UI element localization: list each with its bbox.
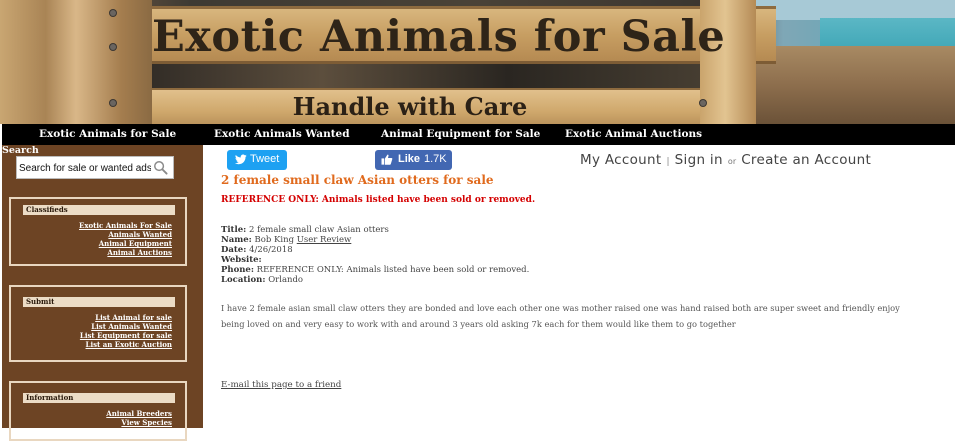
nail-icon [110, 44, 116, 50]
banner-animal-eye [136, 64, 756, 90]
information-heading: Information [23, 393, 175, 403]
site-title: Exotic Animals for Sale [152, 12, 726, 62]
tweet-button[interactable]: Tweet [227, 150, 287, 170]
create-account-link[interactable]: Create an Account [741, 152, 871, 168]
sidebar-link-list-auction[interactable]: List an Exotic Auction [80, 340, 172, 349]
sidebar-link-animal-breeders[interactable]: Animal Breeders [106, 409, 172, 418]
nav-animals-wanted[interactable]: Exotic Animals Wanted [214, 128, 350, 140]
sidebar-link-view-species[interactable]: View Species [106, 418, 172, 427]
detail-date-key: Date: [221, 245, 247, 255]
classifieds-links: Exotic Animals For Sale Animals Wanted A… [79, 221, 172, 257]
nail-icon [110, 100, 116, 106]
top-nav: Exotic Animals for Sale Exotic Animals W… [2, 124, 955, 145]
facebook-like-button[interactable]: Like 1.7K [375, 150, 452, 170]
detail-title-value: 2 female small claw Asian otters [248, 225, 389, 235]
classifieds-heading: Classifieds [23, 205, 175, 215]
nail-icon [700, 100, 706, 106]
submit-box: Submit List Animal for sale List Animals… [9, 285, 187, 362]
detail-website-row: Website: [221, 255, 262, 265]
submit-heading: Submit [23, 297, 175, 307]
banner-rocks [756, 46, 955, 124]
detail-location-key: Location: [221, 275, 266, 285]
detail-website-key: Website: [221, 255, 262, 265]
listing-title: 2 female small claw Asian otters for sal… [221, 173, 494, 187]
account-separator: | [666, 157, 670, 167]
sidebar-link-animals-wanted[interactable]: Animals Wanted [79, 230, 172, 239]
my-account-link[interactable]: My Account [580, 152, 661, 168]
search-input[interactable] [19, 160, 151, 176]
site-tagline: Handle with Care [292, 92, 528, 121]
banner-sky [756, 0, 955, 20]
sidebar-link-animal-equipment[interactable]: Animal Equipment [79, 239, 172, 248]
detail-phone-row: Phone: REFERENCE ONLY: Animals listed ha… [221, 265, 529, 275]
thumbs-up-icon [381, 154, 393, 165]
email-friend-link[interactable]: E-mail this page to a friend [221, 380, 341, 390]
sidebar-link-animals-for-sale[interactable]: Exotic Animals For Sale [79, 221, 172, 230]
like-count: 1.7K [424, 153, 447, 165]
detail-date-row: Date: 4/26/2018 [221, 245, 293, 255]
detail-location-row: Location: Orlando [221, 275, 303, 285]
listing-description: I have 2 female asian small claw otters … [221, 303, 900, 329]
search-label: Search [2, 145, 39, 156]
detail-name-row: Name: Bob King User Review [221, 235, 351, 245]
information-links: Animal Breeders View Species [106, 409, 172, 427]
detail-date-value: 4/26/2018 [249, 245, 293, 255]
user-review-link[interactable]: User Review [297, 235, 352, 245]
nav-animal-auctions[interactable]: Exotic Animal Auctions [565, 128, 702, 140]
detail-title-row: Title: 2 female small claw Asian otters [221, 225, 389, 235]
detail-name-key: Name: [221, 235, 252, 245]
sidebar-link-list-wanted[interactable]: List Animals Wanted [80, 322, 172, 331]
twitter-bird-icon [235, 154, 247, 165]
classifieds-box: Classifieds Exotic Animals For Sale Anim… [9, 197, 187, 266]
account-or: or [727, 157, 737, 166]
detail-location-value: Orlando [268, 275, 304, 285]
nav-equipment-for-sale[interactable]: Animal Equipment for Sale [381, 128, 540, 140]
like-label: Like [398, 153, 421, 165]
detail-phone-key: Phone: [221, 265, 254, 275]
reference-notice: REFERENCE ONLY: Animals listed have been… [221, 195, 536, 205]
information-box: Information Animal Breeders View Species [9, 381, 187, 441]
nail-icon [110, 10, 116, 16]
sidebar-link-list-equipment[interactable]: List Equipment for sale [80, 331, 172, 340]
detail-title-key: Title: [221, 225, 247, 235]
sign-in-link[interactable]: Sign in [675, 152, 723, 168]
detail-name-value: Bob King [254, 235, 295, 245]
sidebar: Classifieds Exotic Animals For Sale Anim… [2, 145, 203, 441]
nav-animals-for-sale[interactable]: Exotic Animals for Sale [39, 128, 176, 140]
banner-wood-post-left [0, 0, 152, 124]
search-box [16, 156, 174, 179]
tweet-label: Tweet [250, 153, 280, 165]
submit-links: List Animal for sale List Animals Wanted… [80, 313, 172, 349]
sidebar-link-animal-auctions[interactable]: Animal Auctions [79, 248, 172, 257]
account-bar: My Account | Sign in or Create an Accoun… [580, 149, 871, 168]
site-banner[interactable]: Exotic Animals for Sale Handle with Care [0, 0, 955, 124]
search-icon[interactable] [153, 160, 168, 175]
detail-phone-value: REFERENCE ONLY: Animals listed have been… [256, 265, 530, 275]
sidebar-link-list-animal[interactable]: List Animal for sale [80, 313, 172, 322]
